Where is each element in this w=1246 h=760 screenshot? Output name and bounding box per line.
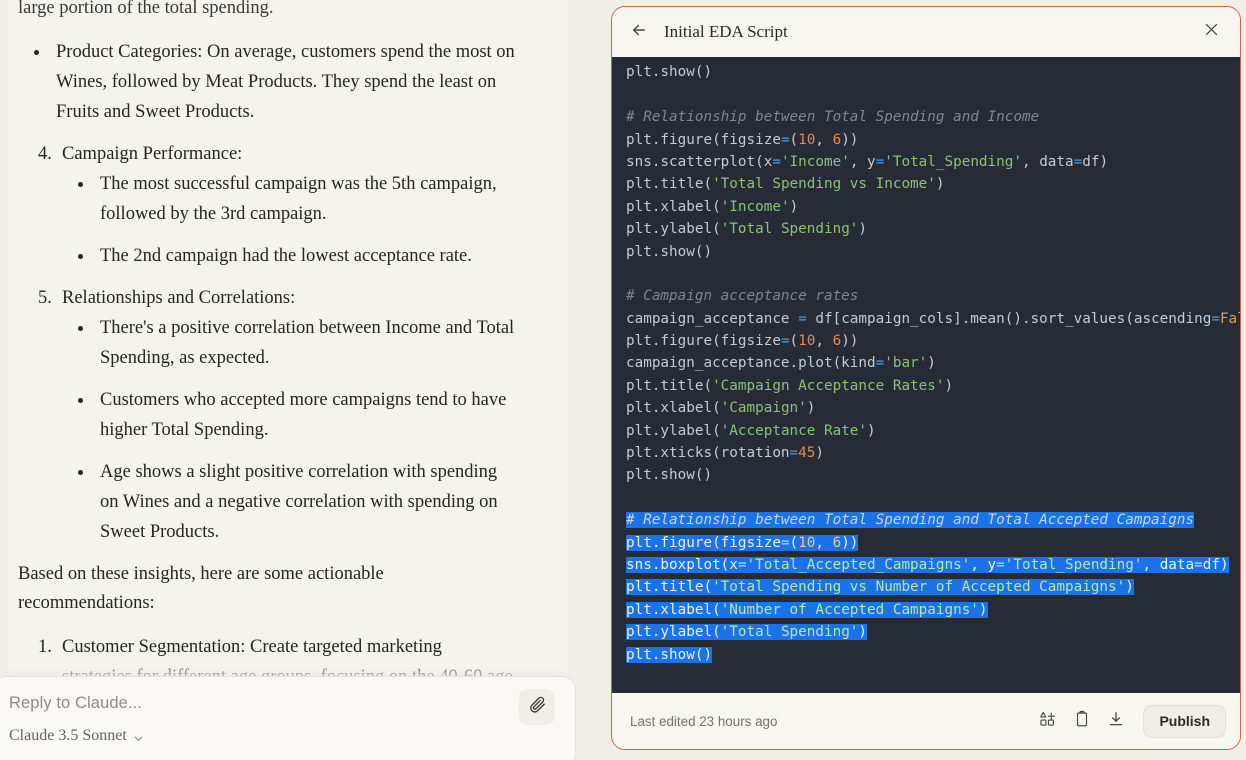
code-line: plt.show(): [626, 241, 1240, 263]
paperclip-icon: [528, 695, 547, 719]
code-line: plt.ylabel('Total Spending'): [626, 218, 1240, 240]
code-scroll[interactable]: plt.xticks(rotation=45) plt.show() # Rel…: [612, 57, 1240, 666]
code-selection: plt.ylabel('Total Spending'): [626, 624, 867, 640]
code-line: # Relationship between Total Spending an…: [626, 509, 1240, 531]
close-icon: [1203, 21, 1220, 43]
code-line: plt.xlabel('Number of Accepted Campaigns…: [626, 599, 1240, 621]
attach-file-button[interactable]: [519, 689, 555, 725]
conversation-pane: large portion of the total spending. Pro…: [0, 0, 576, 760]
add-to-project-icon: [1039, 710, 1057, 733]
list-item: Customers who accepted more campaigns te…: [62, 386, 516, 446]
code-selection: plt.title('Total Spending vs Number of A…: [626, 579, 1134, 595]
code-viewport[interactable]: plt.xticks(rotation=45) plt.show() # Rel…: [612, 57, 1240, 693]
code-line: plt.figure(figsize=(10, 6)): [626, 330, 1240, 352]
message-body: large portion of the total spending. Pro…: [18, 0, 516, 684]
code-line: plt.xlabel('Campaign'): [626, 397, 1240, 419]
section-heading: Relationships and Correlations:: [62, 284, 516, 314]
code-line: # Relationship between Total Spending an…: [626, 106, 1240, 128]
code-block[interactable]: plt.xticks(rotation=45) plt.show() # Rel…: [626, 57, 1240, 666]
download-icon: [1107, 710, 1125, 733]
code-selection: sns.boxplot(x='Total_Accepted_Campaigns'…: [626, 557, 1229, 573]
publish-button[interactable]: Publish: [1143, 705, 1226, 738]
artifact-panel: Initial EDA Script plt.xticks(rotation=4…: [611, 6, 1241, 750]
code-line: plt.title('Total Spending vs Income'): [626, 173, 1240, 195]
code-line: sns.boxplot(x='Total_Accepted_Campaigns'…: [626, 554, 1240, 576]
list-number: 5.: [38, 284, 52, 314]
code-selection: # Relationship between Total Spending an…: [626, 512, 1194, 528]
code-line: campaign_acceptance = df[campaign_cols].…: [626, 308, 1240, 330]
list-item: 5. Relationships and Correlations: There…: [18, 284, 516, 548]
code-line: plt.figure(figsize=(10, 6)): [626, 532, 1240, 554]
code-line: plt.show(): [626, 61, 1240, 83]
code-line: plt.xticks(rotation=45): [626, 442, 1240, 464]
artifact-back-button[interactable]: [624, 17, 654, 47]
code-line: campaign_acceptance.plot(kind='bar'): [626, 352, 1240, 374]
recommendations-lead: Based on these insights, here are some a…: [18, 560, 516, 620]
artifact-title: Initial EDA Script: [664, 22, 1196, 42]
code-line: [626, 487, 1240, 509]
sub-bullet-list: There's a positive correlation between I…: [62, 314, 516, 548]
section-heading: Campaign Performance:: [62, 140, 516, 170]
code-line: sns.scatterplot(x='Income', y='Total_Spe…: [626, 151, 1240, 173]
findings-list: 4. Campaign Performance: The most succes…: [18, 140, 516, 548]
list-item: The 2nd campaign had the lowest acceptan…: [62, 242, 516, 272]
code-selection: plt.figure(figsize=(10, 6)): [626, 535, 858, 551]
download-button[interactable]: [1101, 706, 1131, 736]
list-number: 4.: [38, 140, 52, 170]
reply-input[interactable]: Reply to Claude...: [9, 694, 142, 713]
copy-icon: [1073, 710, 1091, 733]
model-selector[interactable]: Claude 3.5 Sonnet: [9, 727, 144, 745]
copy-button[interactable]: [1067, 706, 1097, 736]
last-edited-label: Last edited 23 hours ago: [630, 714, 1029, 729]
artifact-footer: Last edited 23 hours ago: [612, 693, 1240, 749]
code-line: plt.xlabel('Income'): [626, 196, 1240, 218]
arrow-left-icon: [630, 21, 648, 44]
artifact-header: Initial EDA Script: [612, 7, 1240, 57]
code-line: [626, 263, 1240, 285]
list-item: There's a positive correlation between I…: [62, 314, 516, 374]
code-line: [626, 84, 1240, 106]
list-item: Product Categories: On average, customer…: [18, 38, 516, 128]
code-line: plt.figure(figsize=(10, 6)): [626, 129, 1240, 151]
code-line: plt.show(): [626, 464, 1240, 486]
app-root: large portion of the total spending. Pro…: [0, 0, 1246, 760]
list-item: 4. Campaign Performance: The most succes…: [18, 140, 516, 272]
sub-bullet-list: The most successful campaign was the 5th…: [62, 170, 516, 272]
partial-paragraph: large portion of the total spending.: [18, 0, 516, 24]
code-line: plt.ylabel('Total Spending'): [626, 621, 1240, 643]
model-selector-label: Claude 3.5 Sonnet: [9, 727, 127, 745]
code-selection: plt.show(): [626, 647, 712, 663]
code-line: plt.ylabel('Acceptance Rate'): [626, 420, 1240, 442]
conversation-scroll-area[interactable]: large portion of the total spending. Pro…: [0, 0, 576, 684]
list-number: 1.: [38, 633, 52, 663]
list-item: Age shows a slight positive correlation …: [62, 458, 516, 548]
add-to-project-button[interactable]: [1033, 706, 1063, 736]
chevron-down-icon: [133, 731, 144, 742]
code-selection: plt.xlabel('Number of Accepted Campaigns…: [626, 602, 988, 618]
artifact-close-button[interactable]: [1196, 17, 1226, 47]
code-line: # Campaign acceptance rates: [626, 285, 1240, 307]
reply-composer[interactable]: Reply to Claude... Claude 3.5 Sonnet: [0, 676, 576, 760]
top-bullet-list: Product Categories: On average, customer…: [18, 38, 516, 128]
list-item: The most successful campaign was the 5th…: [62, 170, 516, 230]
code-line: plt.show(): [626, 644, 1240, 666]
code-line: plt.title('Total Spending vs Number of A…: [626, 576, 1240, 598]
code-line: plt.title('Campaign Acceptance Rates'): [626, 375, 1240, 397]
